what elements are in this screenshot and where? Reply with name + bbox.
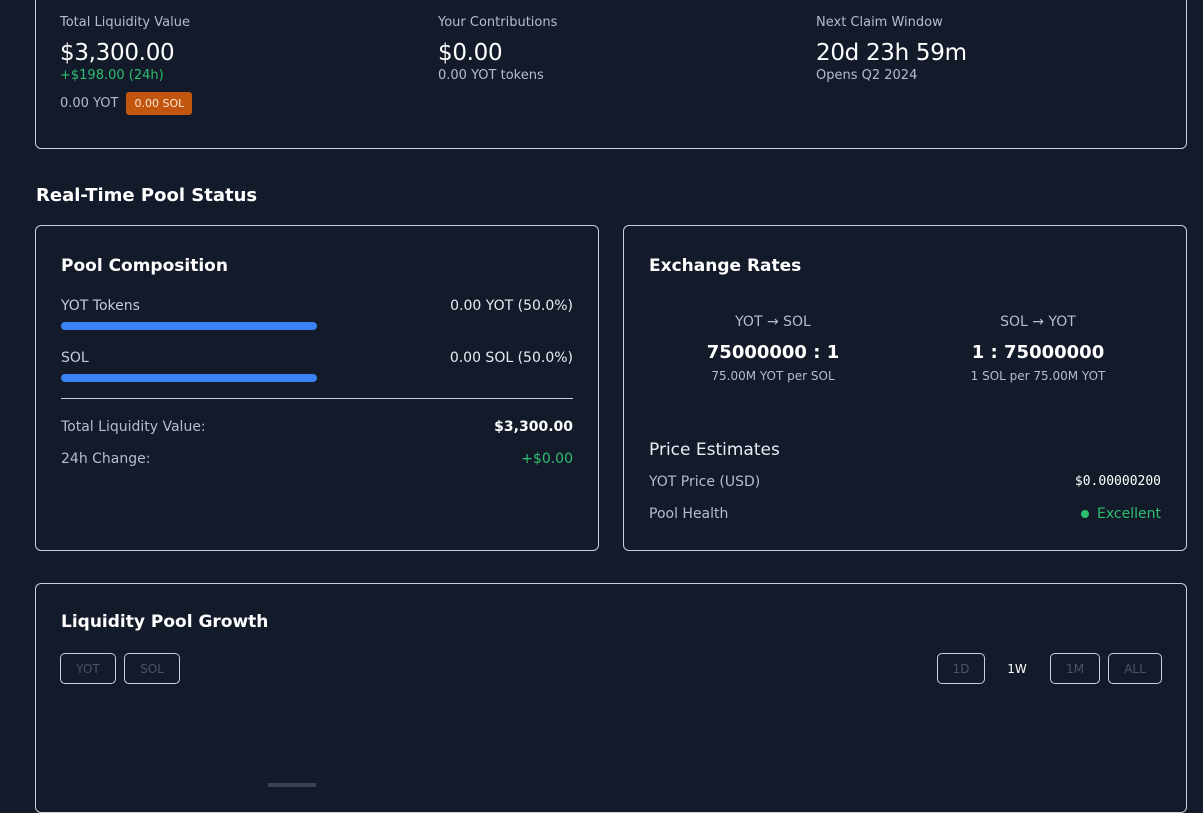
token-filter-yot-button[interactable]: YOT [60,653,116,684]
yot-balance: 0.00 YOT [60,96,119,111]
total-liquidity-label: Total Liquidity Value [60,15,190,30]
range-1w-button[interactable]: 1W [993,653,1041,684]
pool-health-label: Pool Health [649,506,729,522]
composition-value: 0.00 YOT (50.0%) [450,298,573,314]
total-liquidity-row-label: Total Liquidity Value: [61,419,206,435]
liquidity-stats-card: Total Liquidity Value $3,300.00 +$198.00… [35,0,1187,149]
composition-label: YOT Tokens [61,298,140,314]
exchange-rates-title: Exchange Rates [649,256,802,276]
rate-sub: 1 SOL per 75.00M YOT [970,369,1106,383]
rate-value: 75000000 : 1 [706,342,840,363]
liquidity-growth-title: Liquidity Pool Growth [61,612,269,632]
total-liquidity-stat: Total Liquidity Value $3,300.00 +$198.00… [60,15,193,115]
composition-bar-track [61,374,573,382]
token-filter-sol-button[interactable]: SOL [124,653,180,684]
rate-label: SOL → YOT [1000,314,1076,330]
total-liquidity-change: +$198.00 (24h) [60,68,164,83]
sol-to-yot-rate: SOL → YOT 1 : 75000000 1 SOL per 75.00M … [918,314,1158,383]
contributions-sub: 0.00 YOT tokens [438,68,544,83]
contributions-value: $0.00 [438,40,503,66]
pool-composition-title: Pool Composition [61,256,228,276]
total-liquidity-row-value: $3,300.00 [494,419,573,435]
token-balance-row: 0.00 YOT 0.00 SOL [60,92,193,115]
contributions-stat: Your Contributions $0.00 0.00 YOT tokens [438,15,557,83]
claim-window-sub: Opens Q2 2024 [816,68,918,83]
yot-price-value: $0.00000200 [1074,474,1161,489]
contributions-label: Your Contributions [438,15,558,30]
exchange-rates-card: Exchange Rates YOT → SOL 75000000 : 1 75… [623,225,1187,551]
claim-window-countdown: 20d 23h 59m [816,40,967,66]
pool-health-status: Excellent [1081,506,1161,522]
yot-price-label: YOT Price (USD) [649,474,761,490]
pool-composition-card: Pool Composition YOT Tokens 0.00 YOT (50… [35,225,599,551]
range-1d-button[interactable]: 1D [937,653,985,684]
divider [61,398,573,399]
composition-bar-fill [61,374,317,382]
liquidity-growth-card: Liquidity Pool Growth YOT SOL 1D 1W 1M A… [35,583,1187,813]
sol-balance-badge: 0.00 SOL [126,92,193,115]
rate-value: 1 : 75000000 [971,342,1105,363]
composition-bar-fill [61,322,317,330]
yot-to-sol-rate: YOT → SOL 75000000 : 1 75.00M YOT per SO… [653,314,893,383]
rate-sub: 75.00M YOT per SOL [711,369,835,383]
composition-label: SOL [61,350,89,366]
rate-label: YOT → SOL [735,314,811,330]
change-24h-value: +$0.00 [521,451,573,467]
total-liquidity-value: $3,300.00 [60,40,175,66]
price-estimates-title: Price Estimates [649,440,780,460]
section-title: Real-Time Pool Status [36,185,258,206]
scrollbar-thumb[interactable] [268,783,316,787]
claim-window-label: Next Claim Window [816,15,943,30]
range-1m-button[interactable]: 1M [1050,653,1100,684]
status-dot-icon [1081,510,1090,518]
range-all-button[interactable]: ALL [1108,653,1162,684]
composition-value: 0.00 SOL (50.0%) [449,350,573,366]
composition-bar-track [61,322,573,330]
change-24h-label: 24h Change: [61,451,151,467]
claim-window-stat: Next Claim Window 20d 23h 59m Opens Q2 2… [816,15,967,83]
pool-health-value: Excellent [1097,506,1161,522]
